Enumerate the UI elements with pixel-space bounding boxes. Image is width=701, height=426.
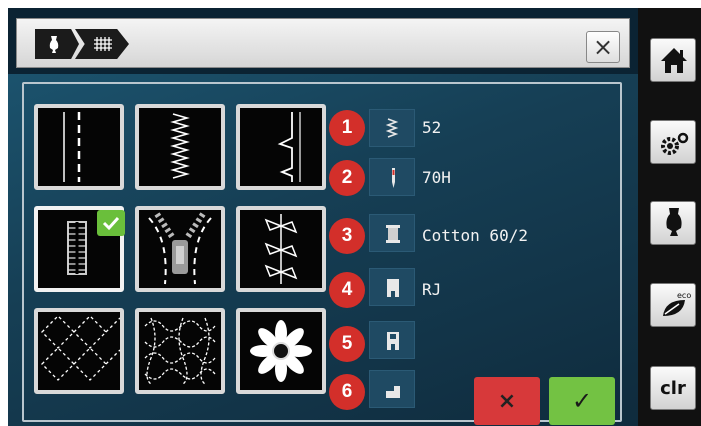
stitch-tile-stipple[interactable]: [135, 308, 225, 394]
stitch-length-button[interactable]: [369, 109, 415, 147]
zipper-icon: [148, 212, 212, 285]
image-border: [0, 0, 701, 8]
flower-embroidery-icon: [250, 320, 312, 382]
settings-button[interactable]: [650, 120, 696, 164]
decorative-leaf-stitch-icon: [264, 214, 298, 284]
image-border: [0, 0, 8, 426]
confirm-button[interactable]: ✓: [549, 377, 615, 425]
cancel-icon: ×: [497, 388, 517, 414]
touch-screen: × 1 52 2 70H 3 Cotton 60/2 4 RJ 5 6 × ✓: [8, 8, 638, 426]
straight-stitch-icon: [63, 112, 81, 182]
dress-form-button[interactable]: [650, 201, 696, 245]
thread-spool-icon: [386, 225, 400, 243]
presser-foot-alt-button[interactable]: [369, 321, 415, 359]
stitch-tile-zigzag[interactable]: [135, 104, 225, 190]
stitch-pattern-icon: [94, 37, 112, 51]
needle-value: 70H: [422, 168, 451, 187]
home-button[interactable]: [650, 38, 696, 82]
breadcrumb-item-stitches[interactable]: [75, 29, 129, 59]
needle-button[interactable]: [369, 158, 415, 196]
clear-button[interactable]: clr: [650, 366, 696, 410]
needle-icon: [392, 168, 395, 188]
close-icon: ×: [592, 33, 614, 61]
param-badge-6: 6: [329, 374, 365, 410]
stitch-length-value: 52: [422, 118, 442, 137]
stitch-tile-leaf[interactable]: [236, 206, 326, 292]
presser-foot-value: RJ: [422, 280, 442, 299]
thread-button[interactable]: [369, 214, 415, 252]
zigzag-stitch-icon: [170, 113, 190, 179]
presser-foot-alt-icon: [387, 332, 399, 350]
stitch-length-icon: [385, 118, 399, 138]
stipple-stitch-icon: [144, 317, 216, 385]
param-badge-2: 2: [329, 160, 365, 196]
svg-text:eco: eco: [677, 291, 691, 300]
clear-button-label: clr: [660, 377, 686, 399]
dress-form-icon: [666, 208, 682, 236]
stitch-tile-zipper[interactable]: [135, 206, 225, 292]
thread-value: Cotton 60/2: [422, 226, 528, 245]
eco-button[interactable]: eco: [650, 283, 696, 327]
breadcrumb-item-home[interactable]: [35, 29, 79, 59]
stabilizer-button[interactable]: [369, 370, 415, 408]
param-badge-1: 1: [329, 110, 365, 146]
settings-icon: [661, 132, 689, 155]
param-badge-3: 3: [329, 218, 365, 254]
presser-foot-icon: [387, 279, 399, 297]
param-badge-4: 4: [329, 272, 365, 308]
stitch-tile-flower[interactable]: [236, 308, 326, 394]
close-button[interactable]: ×: [586, 31, 620, 63]
cancel-button[interactable]: ×: [474, 377, 540, 425]
quilt-grid-stitch-icon: [41, 315, 120, 381]
blind-hem-stitch-icon: [277, 112, 301, 182]
stitch-tile-quilt-grid[interactable]: [34, 308, 124, 394]
dress-form-icon: [49, 36, 59, 53]
header: ×: [8, 8, 638, 74]
breadcrumb: [16, 18, 630, 68]
presser-foot-button[interactable]: [369, 268, 415, 306]
confirm-check-icon: ✓: [571, 387, 593, 415]
stabilizer-icon: [386, 386, 400, 398]
stitch-tile-blind-hem[interactable]: [236, 104, 326, 190]
home-icon: [661, 48, 687, 73]
selected-check-icon: [97, 210, 125, 236]
stitch-tile-straight[interactable]: [34, 104, 124, 190]
param-badge-5: 5: [329, 326, 365, 362]
eco-icon: eco: [663, 291, 691, 316]
